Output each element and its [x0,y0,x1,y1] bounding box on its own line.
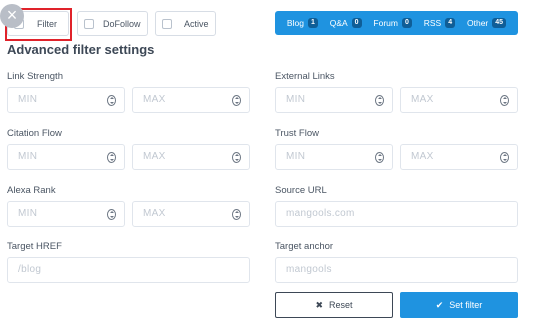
citation-flow-label: Citation Flow [7,128,62,139]
target-anchor-label: Target anchor [275,241,334,252]
active-checkbox[interactable]: Active [155,11,216,36]
count-badge: 1 [307,18,318,28]
stepper-icon[interactable] [107,152,116,163]
target-href-label: Target HREF [7,241,62,252]
trust-flow-min-input[interactable]: MIN [275,144,393,170]
alexa-rank-label: Alexa Rank [7,185,56,196]
citation-flow-min-input[interactable]: MIN [7,144,125,170]
check-icon: ✔ [435,299,444,310]
citation-flow-max-input[interactable]: MAX [132,144,250,170]
filter-panel: × Filter DoFollow Active Blog 1 Q&A 0 Fo… [0,0,533,329]
min-placeholder: MIN [286,151,306,162]
link-strength-min-input[interactable]: MIN [7,87,125,113]
checkbox-icon [162,19,172,29]
alexa-rank-max-input[interactable]: MAX [132,201,250,227]
count-badge: 0 [351,18,362,28]
tab-label: Forum [373,18,398,28]
trust-flow-label: Trust Flow [275,128,319,139]
tab-blog[interactable]: Blog 1 [287,18,318,28]
close-icon[interactable]: × [0,4,24,28]
tab-label: RSS [423,18,442,28]
stepper-icon[interactable] [232,152,241,163]
max-placeholder: MAX [143,208,166,219]
reset-label: Reset [329,300,353,310]
count-badge: 45 [492,18,507,28]
checkbox-icon [84,19,94,29]
link-type-tabs: Blog 1 Q&A 0 Forum 0 RSS 4 Other 45 [275,11,518,35]
external-links-min-input[interactable]: MIN [275,87,393,113]
stepper-icon[interactable] [107,95,116,106]
min-placeholder: MIN [18,94,38,105]
stepper-icon[interactable] [500,152,509,163]
min-placeholder: MIN [18,208,38,219]
tab-label: Blog [286,18,304,28]
count-badge: 4 [445,18,456,28]
stepper-icon[interactable] [107,209,116,220]
source-url-label: Source URL [275,185,327,196]
filter-label: Filter [37,19,57,29]
max-placeholder: MAX [143,94,166,105]
link-strength-label: Link Strength [7,71,63,82]
page-title: Advanced filter settings [7,42,155,57]
max-placeholder: MAX [143,151,166,162]
max-placeholder: MAX [411,151,434,162]
stepper-icon[interactable] [375,152,384,163]
min-placeholder: MIN [18,151,38,162]
tab-other[interactable]: Other 45 [467,18,507,28]
active-label: Active [184,19,209,29]
tab-label: Other [467,18,489,28]
reset-button[interactable]: ✖ Reset [275,292,393,318]
tab-qa[interactable]: Q&A 0 [330,18,362,28]
min-placeholder: MIN [286,94,306,105]
external-links-label: External Links [275,71,335,82]
target-href-placeholder: /blog [18,264,42,275]
alexa-rank-min-input[interactable]: MIN [7,201,125,227]
tab-label: Q&A [329,18,348,28]
count-badge: 0 [401,18,412,28]
link-strength-max-input[interactable]: MAX [132,87,250,113]
stepper-icon[interactable] [375,95,384,106]
external-links-max-input[interactable]: MAX [400,87,518,113]
stepper-icon[interactable] [500,95,509,106]
set-filter-label: Set filter [449,300,483,310]
source-url-input[interactable]: mangools.com [275,201,518,227]
tab-rss[interactable]: RSS 4 [423,18,456,28]
source-url-placeholder: mangools.com [286,208,355,219]
set-filter-button[interactable]: ✔ Set filter [400,292,518,318]
target-href-input[interactable]: /blog [7,257,250,283]
close-icon: ✖ [315,299,324,310]
stepper-icon[interactable] [232,95,241,106]
filter-toolbar: × Filter DoFollow Active Blog 1 Q&A 0 Fo… [0,0,533,41]
trust-flow-max-input[interactable]: MAX [400,144,518,170]
dofollow-label: DoFollow [103,19,141,29]
dofollow-checkbox[interactable]: DoFollow [77,11,148,36]
target-anchor-placeholder: mangools [286,264,332,275]
max-placeholder: MAX [411,94,434,105]
tab-forum[interactable]: Forum 0 [373,18,412,28]
target-anchor-input[interactable]: mangools [275,257,518,283]
stepper-icon[interactable] [232,209,241,220]
